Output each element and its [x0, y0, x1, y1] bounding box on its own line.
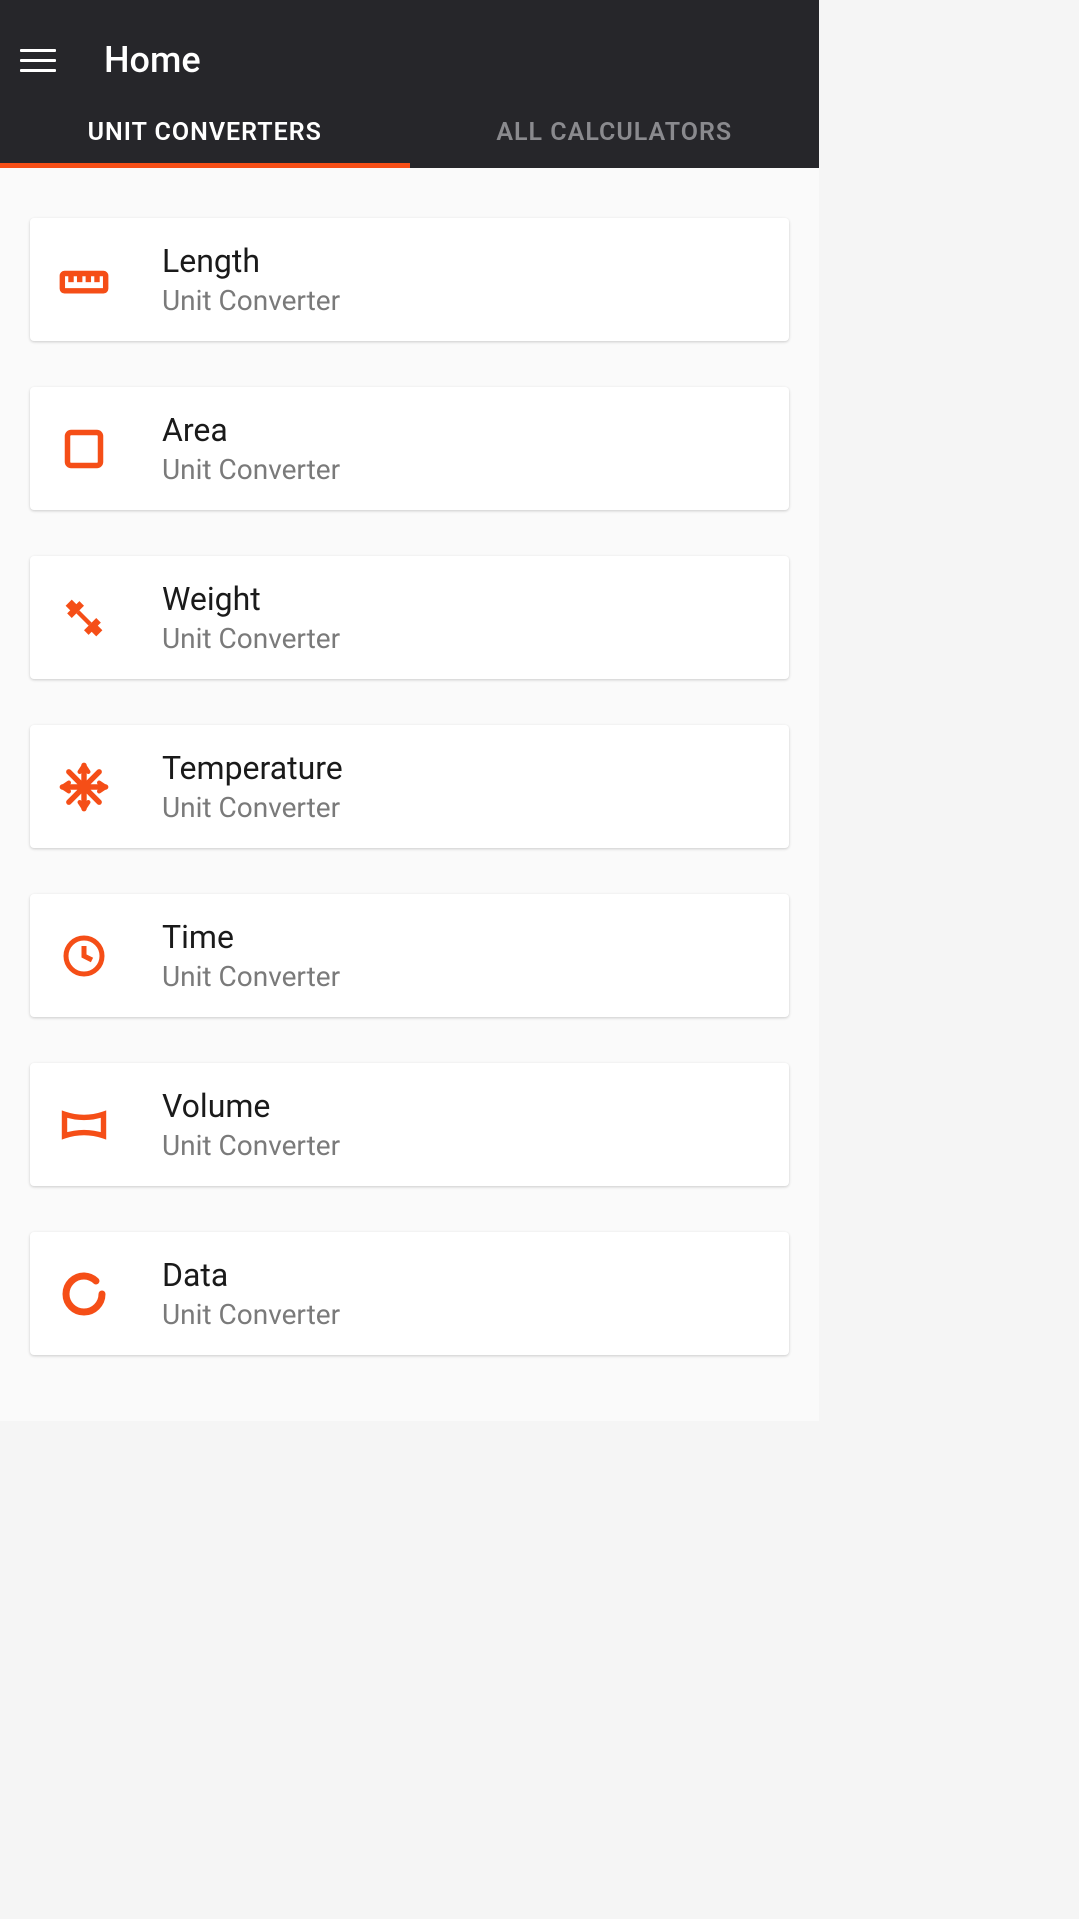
card-temperature[interactable]: Temperature Unit Converter [30, 725, 789, 848]
card-title: Data [162, 1256, 340, 1294]
card-subtitle: Unit Converter [162, 791, 343, 824]
card-text: Time Unit Converter [162, 918, 340, 993]
card-subtitle: Unit Converter [162, 1129, 340, 1162]
tab-bar: UNIT CONVERTERS ALL CALCULATORS [0, 96, 819, 168]
card-title: Time [162, 918, 340, 956]
header-top-bar: Home [0, 24, 819, 96]
card-length[interactable]: Length Unit Converter [30, 218, 789, 341]
card-data[interactable]: Data Unit Converter [30, 1232, 789, 1355]
card-title: Volume [162, 1087, 340, 1125]
card-title: Area [162, 411, 340, 449]
card-text: Area Unit Converter [162, 411, 340, 486]
card-subtitle: Unit Converter [162, 284, 340, 317]
card-title: Length [162, 242, 340, 280]
card-weight[interactable]: Weight Unit Converter [30, 556, 789, 679]
card-subtitle: Unit Converter [162, 453, 340, 486]
card-volume[interactable]: Volume Unit Converter [30, 1063, 789, 1186]
card-subtitle: Unit Converter [162, 1298, 340, 1331]
card-subtitle: Unit Converter [162, 960, 340, 993]
dumbbell-icon [58, 592, 110, 644]
menu-icon[interactable] [20, 42, 56, 78]
app-header: Home UNIT CONVERTERS ALL CALCULATORS [0, 0, 819, 168]
ruler-icon [58, 254, 110, 306]
panorama-icon [58, 1099, 110, 1151]
card-text: Weight Unit Converter [162, 580, 340, 655]
clock-icon [58, 930, 110, 982]
card-title: Weight [162, 580, 340, 618]
tab-unit-converters[interactable]: UNIT CONVERTERS [0, 96, 410, 168]
card-time[interactable]: Time Unit Converter [30, 894, 789, 1017]
content-area: Length Unit Converter Area Unit Converte… [0, 168, 819, 1421]
page-title: Home [104, 39, 201, 81]
card-title: Temperature [162, 749, 343, 787]
card-area[interactable]: Area Unit Converter [30, 387, 789, 510]
card-text: Data Unit Converter [162, 1256, 340, 1331]
card-text: Volume Unit Converter [162, 1087, 340, 1162]
card-text: Length Unit Converter [162, 242, 340, 317]
tab-all-calculators[interactable]: ALL CALCULATORS [410, 96, 820, 168]
card-subtitle: Unit Converter [162, 622, 340, 655]
data-icon [58, 1268, 110, 1320]
snowflake-icon [58, 761, 110, 813]
card-text: Temperature Unit Converter [162, 749, 343, 824]
square-icon [58, 423, 110, 475]
